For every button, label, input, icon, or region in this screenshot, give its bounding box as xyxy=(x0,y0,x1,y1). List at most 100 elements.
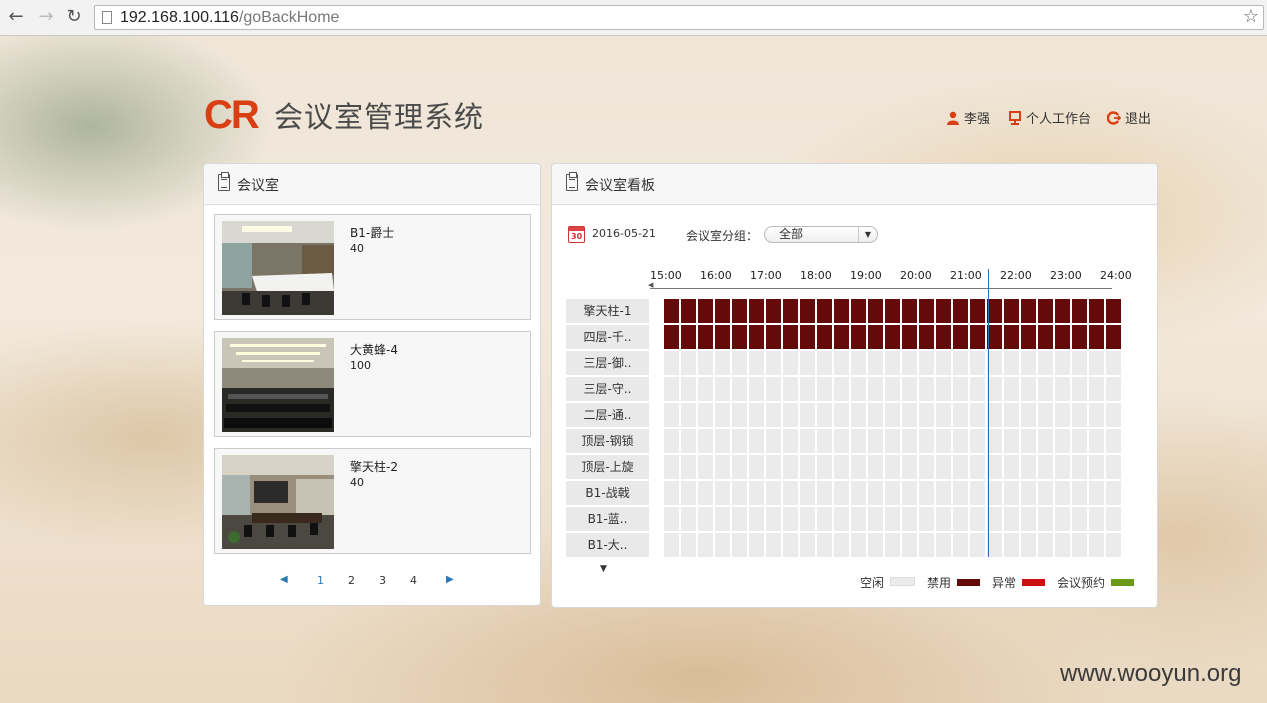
schedule-cell[interactable] xyxy=(732,325,747,349)
schedule-cell[interactable] xyxy=(1055,377,1070,401)
schedule-cell[interactable] xyxy=(1021,377,1036,401)
schedule-cell[interactable] xyxy=(698,429,713,453)
schedule-cell[interactable] xyxy=(1106,429,1121,453)
schedule-cell[interactable] xyxy=(664,507,679,531)
bookmark-star-icon[interactable]: ☆ xyxy=(1243,7,1259,27)
schedule-cell[interactable] xyxy=(783,481,798,505)
schedule-cell[interactable] xyxy=(902,377,917,401)
schedule-cell[interactable] xyxy=(1038,403,1053,427)
schedule-cell[interactable] xyxy=(885,377,900,401)
schedule-cell[interactable] xyxy=(783,325,798,349)
schedule-cell[interactable] xyxy=(1055,455,1070,479)
schedule-cell[interactable] xyxy=(1089,351,1104,375)
schedule-cell[interactable] xyxy=(681,351,696,375)
schedule-cell[interactable] xyxy=(868,351,883,375)
schedule-cell[interactable] xyxy=(885,403,900,427)
schedule-cell[interactable] xyxy=(970,351,985,375)
schedule-cell[interactable] xyxy=(664,299,679,323)
schedule-cell[interactable] xyxy=(800,533,815,557)
room-row-label[interactable]: B1-大.. xyxy=(566,533,649,559)
schedule-cell[interactable] xyxy=(936,507,951,531)
schedule-cell[interactable] xyxy=(902,325,917,349)
schedule-cell[interactable] xyxy=(868,533,883,557)
schedule-cell[interactable] xyxy=(868,429,883,453)
schedule-cell[interactable] xyxy=(885,325,900,349)
schedule-cell[interactable] xyxy=(970,325,985,349)
room-row-label[interactable]: 顶层-上旋 xyxy=(566,455,649,481)
schedule-cell[interactable] xyxy=(1089,507,1104,531)
nav-user[interactable]: 李强 xyxy=(946,108,990,127)
schedule-cell[interactable] xyxy=(1021,455,1036,479)
schedule-cell[interactable] xyxy=(664,351,679,375)
schedule-cell[interactable] xyxy=(851,351,866,375)
schedule-cell[interactable] xyxy=(970,403,985,427)
schedule-cell[interactable] xyxy=(919,533,934,557)
schedule-cell[interactable] xyxy=(885,481,900,505)
address-bar[interactable]: 192.168.100.116/goBackHome ☆ xyxy=(94,5,1264,30)
schedule-cell[interactable] xyxy=(1072,507,1087,531)
group-select[interactable]: 全部 ▼ xyxy=(764,226,878,243)
schedule-cell[interactable] xyxy=(749,455,764,479)
schedule-cell[interactable] xyxy=(817,429,832,453)
board-date[interactable]: 2016-05-21 xyxy=(592,227,656,240)
schedule-cell[interactable] xyxy=(681,299,696,323)
schedule-cell[interactable] xyxy=(868,299,883,323)
schedule-cell[interactable] xyxy=(1072,403,1087,427)
schedule-cell[interactable] xyxy=(817,299,832,323)
room-card[interactable]: B1-爵士 40 xyxy=(214,214,531,320)
schedule-cell[interactable] xyxy=(681,377,696,401)
schedule-cell[interactable] xyxy=(732,299,747,323)
schedule-cell[interactable] xyxy=(749,325,764,349)
schedule-cell[interactable] xyxy=(851,507,866,531)
schedule-cell[interactable] xyxy=(766,455,781,479)
prev-page-icon[interactable]: ◀ xyxy=(280,574,288,585)
schedule-cell[interactable] xyxy=(681,481,696,505)
schedule-cell[interactable] xyxy=(1038,377,1053,401)
schedule-cell[interactable] xyxy=(800,325,815,349)
schedule-cell[interactable] xyxy=(834,533,849,557)
schedule-cell[interactable] xyxy=(1004,455,1019,479)
schedule-cell[interactable] xyxy=(715,299,730,323)
schedule-cell[interactable] xyxy=(936,377,951,401)
schedule-cell[interactable] xyxy=(1055,507,1070,531)
schedule-cell[interactable] xyxy=(664,455,679,479)
schedule-cell[interactable] xyxy=(698,455,713,479)
schedule-cell[interactable] xyxy=(783,377,798,401)
schedule-cell[interactable] xyxy=(851,377,866,401)
schedule-cell[interactable] xyxy=(953,325,968,349)
room-row-label[interactable]: 四层-千.. xyxy=(566,325,649,351)
schedule-cell[interactable] xyxy=(936,455,951,479)
schedule-cell[interactable] xyxy=(732,481,747,505)
schedule-cell[interactable] xyxy=(834,481,849,505)
page-1[interactable]: 1 xyxy=(317,574,324,587)
schedule-cell[interactable] xyxy=(1089,533,1104,557)
schedule-cell[interactable] xyxy=(1004,403,1019,427)
schedule-cell[interactable] xyxy=(1004,325,1019,349)
schedule-cell[interactable] xyxy=(1055,299,1070,323)
schedule-cell[interactable] xyxy=(834,299,849,323)
schedule-cell[interactable] xyxy=(749,377,764,401)
schedule-cell[interactable] xyxy=(919,325,934,349)
schedule-cell[interactable] xyxy=(1004,351,1019,375)
room-card[interactable]: 擎天柱-2 40 xyxy=(214,448,531,554)
schedule-cell[interactable] xyxy=(766,351,781,375)
schedule-cell[interactable] xyxy=(664,533,679,557)
schedule-cell[interactable] xyxy=(664,429,679,453)
schedule-cell[interactable] xyxy=(715,377,730,401)
schedule-cell[interactable] xyxy=(1089,429,1104,453)
schedule-cell[interactable] xyxy=(732,403,747,427)
schedule-cell[interactable] xyxy=(987,533,1002,557)
schedule-cell[interactable] xyxy=(1089,403,1104,427)
schedule-cell[interactable] xyxy=(1004,377,1019,401)
schedule-cell[interactable] xyxy=(834,507,849,531)
schedule-cell[interactable] xyxy=(1072,533,1087,557)
schedule-cell[interactable] xyxy=(953,533,968,557)
schedule-cell[interactable] xyxy=(919,507,934,531)
forward-icon[interactable]: → xyxy=(36,7,56,27)
schedule-cell[interactable] xyxy=(1106,403,1121,427)
schedule-cell[interactable] xyxy=(817,507,832,531)
schedule-cell[interactable] xyxy=(1038,533,1053,557)
room-row-label[interactable]: B1-蓝.. xyxy=(566,507,649,533)
schedule-cell[interactable] xyxy=(902,455,917,479)
schedule-cell[interactable] xyxy=(664,325,679,349)
